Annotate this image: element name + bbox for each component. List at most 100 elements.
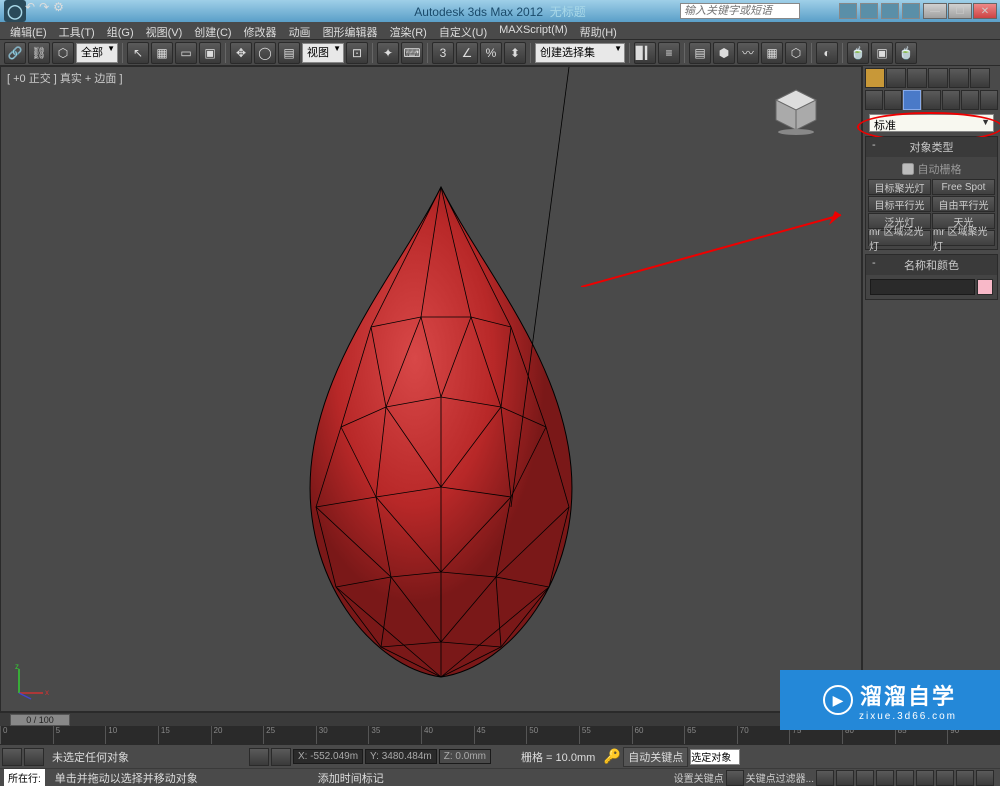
rollout-header[interactable]: 对象类型 (866, 137, 997, 157)
layers-icon[interactable]: ▤ (689, 42, 711, 64)
nav-zoom-icon[interactable] (936, 770, 954, 786)
menu-help[interactable]: 帮助(H) (574, 22, 623, 39)
star-icon[interactable] (881, 3, 899, 19)
search-icon[interactable] (839, 3, 857, 19)
autokey-button[interactable]: 自动关键点 (623, 747, 688, 767)
play-goto-end-icon[interactable] (896, 770, 914, 786)
maxscript-mini-icon[interactable] (2, 748, 22, 766)
help-icon[interactable] (860, 3, 878, 19)
time-slider-thumb[interactable]: 0 / 100 (10, 714, 70, 726)
setkey-button[interactable]: 设置关键点 (674, 770, 724, 785)
tab-motion[interactable] (928, 68, 948, 88)
link-icon[interactable]: 🔗 (4, 42, 26, 64)
materialeditor-icon[interactable]: ◐ (816, 42, 838, 64)
graphite-icon[interactable]: ⬢ (713, 42, 735, 64)
close-button[interactable]: ✕ (973, 3, 997, 19)
schematic-icon[interactable]: ⬡ (785, 42, 807, 64)
play-next-icon[interactable] (876, 770, 894, 786)
move-icon[interactable]: ✥ (230, 42, 252, 64)
subtab-shapes[interactable] (884, 90, 902, 110)
mirror-icon[interactable]: ▊▎ (634, 42, 656, 64)
minimize-button[interactable]: — (923, 3, 947, 19)
object-name-input[interactable] (870, 279, 975, 295)
nav-orbit-icon[interactable] (956, 770, 974, 786)
scale-icon[interactable]: ▤ (278, 42, 300, 64)
named-selset-dropdown[interactable]: 创建选择集 (535, 43, 625, 63)
select-icon[interactable]: ↖ (127, 42, 149, 64)
redo-icon[interactable]: ↷ (39, 0, 49, 14)
coord-x[interactable]: X: -552.049m (293, 749, 363, 764)
autogrid-checkbox[interactable]: 自动栅格 (868, 159, 995, 179)
play-prev-icon[interactable] (836, 770, 854, 786)
lock-selection-icon[interactable] (24, 748, 44, 766)
keyfilter-button[interactable]: 关键点过滤器... (746, 770, 814, 785)
viewcube[interactable] (771, 85, 821, 135)
subtab-spacewarps[interactable] (961, 90, 979, 110)
unlink-icon[interactable]: ⛓ (28, 42, 50, 64)
menu-graph[interactable]: 图形编辑器 (317, 22, 384, 39)
menu-anim[interactable]: 动画 (283, 22, 317, 39)
snap-icon[interactable]: 3 (432, 42, 454, 64)
anglesnap-icon[interactable]: ∠ (456, 42, 478, 64)
region-rect-icon[interactable]: ▭ (175, 42, 197, 64)
viewport-canvas[interactable] (1, 67, 861, 713)
manip-icon[interactable]: ✦ (377, 42, 399, 64)
light-mr-omni[interactable]: mr 区域泛光灯 (868, 230, 931, 246)
timetag-button[interactable]: 添加时间标记 (198, 770, 384, 786)
menu-modifier[interactable]: 修改器 (238, 22, 283, 39)
play-icon[interactable] (856, 770, 874, 786)
selection-lock-icon[interactable] (271, 748, 291, 766)
pivot-icon[interactable]: ⊡ (346, 42, 368, 64)
light-mr-spot[interactable]: mr 区域聚光灯 (932, 230, 995, 246)
light-target-direct[interactable]: 目标平行光 (868, 196, 931, 212)
light-free-direct[interactable]: 自由平行光 (932, 196, 995, 212)
render-icon[interactable]: 🍵 (895, 42, 917, 64)
key-lock-icon[interactable]: 🔑 (603, 748, 621, 766)
tab-hierarchy[interactable] (907, 68, 927, 88)
align-icon[interactable]: ≡ (658, 42, 680, 64)
undo-icon[interactable]: ↶ (25, 0, 35, 14)
app-logo[interactable]: ◯ (4, 0, 26, 22)
coord-z[interactable]: Z: 0.0mm (439, 749, 491, 764)
menu-custom[interactable]: 自定义(U) (433, 22, 493, 39)
viewport[interactable]: [ +0 正交 ] 真实 + 边面 ] (0, 66, 862, 712)
pctsnap-icon[interactable]: % (480, 42, 502, 64)
nav-maximize-icon[interactable] (976, 770, 994, 786)
subtab-helpers[interactable] (942, 90, 960, 110)
refcoord-dropdown[interactable]: 视图 (302, 43, 344, 63)
tab-modify[interactable] (886, 68, 906, 88)
menu-render[interactable]: 渲染(R) (384, 22, 433, 39)
menu-view[interactable]: 视图(V) (140, 22, 189, 39)
tab-utilities[interactable] (970, 68, 990, 88)
light-target-spot[interactable]: 目标聚光灯 (868, 179, 931, 195)
nav-pan-icon[interactable] (916, 770, 934, 786)
help-search[interactable] (680, 3, 800, 19)
keymode-icon[interactable]: ⌨ (401, 42, 423, 64)
menu-tools[interactable]: 工具(T) (53, 22, 101, 39)
filter-dropdown[interactable]: 全部 (76, 43, 118, 63)
color-swatch[interactable] (977, 279, 993, 295)
byname-icon[interactable]: ▦ (151, 42, 173, 64)
info-icon[interactable] (902, 3, 920, 19)
dopesheet-icon[interactable]: ▦ (761, 42, 783, 64)
maximize-button[interactable]: ☐ (948, 3, 972, 19)
rendersetup-icon[interactable]: 🍵 (847, 42, 869, 64)
renderedframe-icon[interactable]: ▣ (871, 42, 893, 64)
coord-y[interactable]: Y: 3480.484m (365, 749, 437, 764)
subtab-geometry[interactable] (865, 90, 883, 110)
rotate-icon[interactable]: ◯ (254, 42, 276, 64)
menu-edit[interactable]: 编辑(E) (4, 22, 53, 39)
isolate-icon[interactable] (249, 748, 269, 766)
subtab-systems[interactable] (980, 90, 998, 110)
search-input[interactable] (680, 3, 800, 19)
link-icon[interactable]: ⚙ (53, 0, 64, 14)
bind-icon[interactable]: ⬡ (52, 42, 74, 64)
key-icon[interactable] (726, 770, 744, 786)
play-goto-start-icon[interactable] (816, 770, 834, 786)
menu-maxscript[interactable]: MAXScript(M) (493, 22, 573, 39)
menu-group[interactable]: 组(G) (101, 22, 140, 39)
tab-display[interactable] (949, 68, 969, 88)
tab-create[interactable] (865, 68, 885, 88)
light-free-spot[interactable]: Free Spot (932, 179, 995, 195)
rollout-header[interactable]: 名称和颜色 (866, 255, 997, 275)
